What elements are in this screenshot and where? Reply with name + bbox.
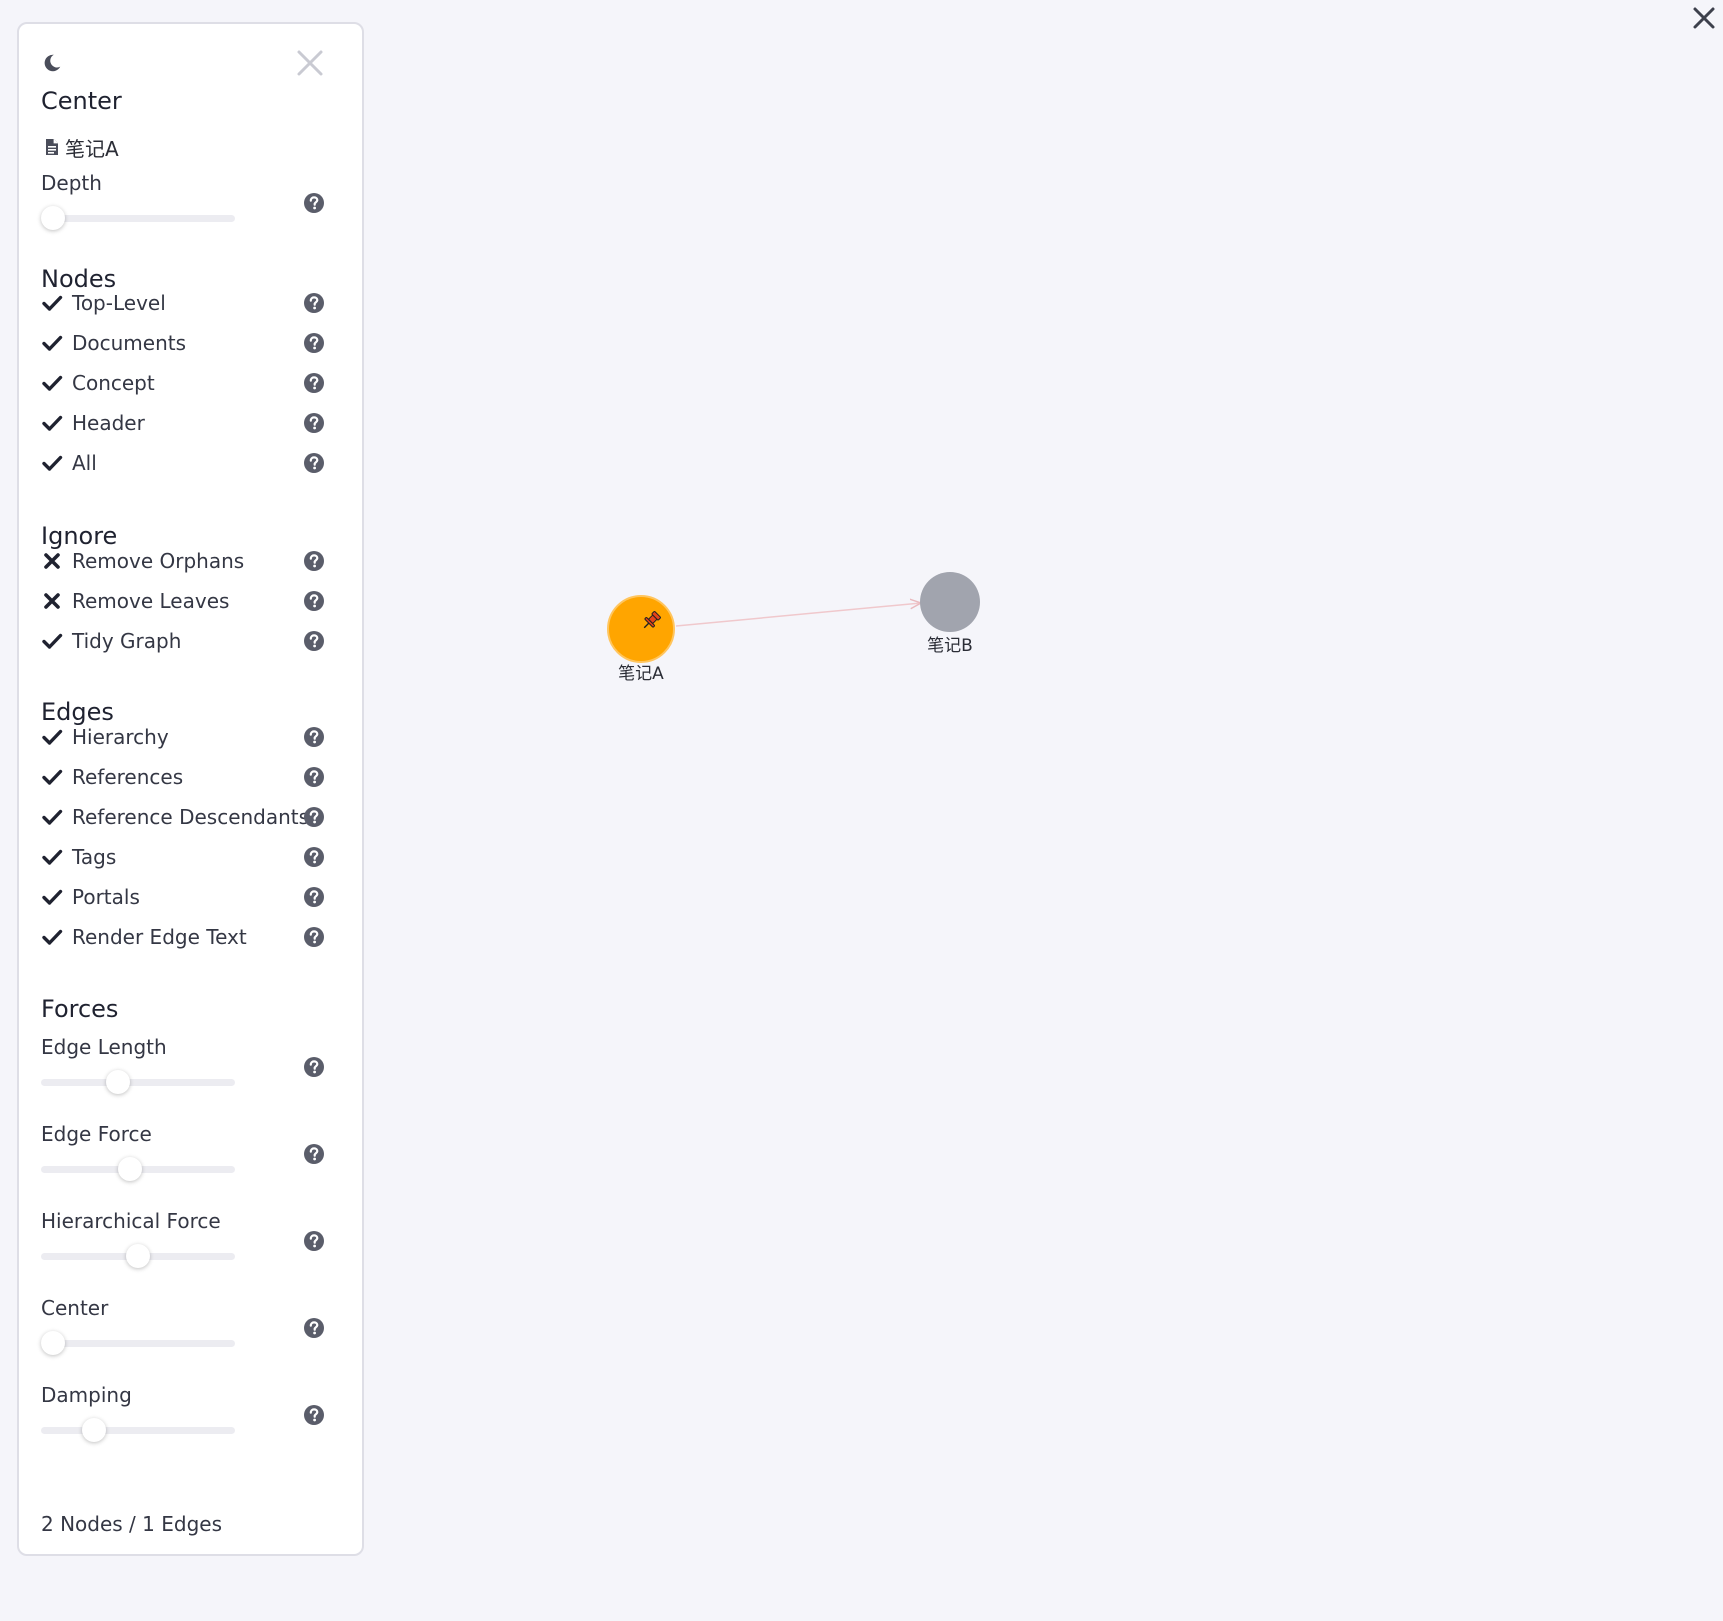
option-label: Reference Descendants — [72, 805, 310, 829]
option-label: Remove Orphans — [72, 549, 245, 573]
pin-icon — [643, 611, 661, 629]
check-icon — [42, 415, 63, 431]
question-circle-icon[interactable] — [303, 332, 325, 354]
times-icon — [44, 593, 60, 609]
option-label: Tags — [72, 845, 117, 869]
question-circle-icon[interactable] — [303, 372, 325, 394]
question-circle-icon[interactable] — [303, 806, 325, 828]
force-label: Center — [41, 1296, 109, 1320]
hierarchical-force-slider[interactable] — [41, 1244, 235, 1270]
force-label: Edge Length — [41, 1035, 167, 1059]
forces-heading: Forces — [41, 995, 119, 1023]
question-circle-icon[interactable] — [303, 630, 325, 652]
damping-slider[interactable] — [41, 1418, 235, 1444]
option-tags[interactable]: Tags — [41, 843, 331, 871]
depth-label: Depth — [41, 171, 102, 195]
option-label: Hierarchy — [72, 725, 169, 749]
graph-node-a[interactable] — [607, 595, 675, 663]
option-render-edge-text[interactable]: Render Edge Text — [41, 923, 331, 951]
force-label: Hierarchical Force — [41, 1209, 221, 1233]
option-concept[interactable]: Concept — [41, 369, 331, 397]
center-slider[interactable] — [41, 1331, 235, 1357]
question-circle-icon[interactable] — [303, 766, 325, 788]
option-all[interactable]: All — [41, 449, 331, 477]
close-icon[interactable] — [1690, 4, 1718, 32]
check-icon — [42, 929, 63, 945]
option-portals[interactable]: Portals — [41, 883, 331, 911]
option-label: Header — [72, 411, 145, 435]
check-icon — [42, 769, 63, 785]
center-document-label: 笔记A — [65, 136, 119, 161]
question-circle-icon[interactable] — [303, 192, 325, 214]
option-hierarchy[interactable]: Hierarchy — [41, 723, 331, 751]
question-circle-icon[interactable] — [303, 412, 325, 434]
option-label: Concept — [72, 371, 155, 395]
check-icon — [42, 295, 63, 311]
question-circle-icon[interactable] — [303, 1056, 325, 1078]
question-circle-icon[interactable] — [303, 550, 325, 572]
check-icon — [42, 889, 63, 905]
check-icon — [42, 335, 63, 351]
edge-length-slider[interactable] — [41, 1070, 235, 1096]
question-circle-icon[interactable] — [303, 452, 325, 474]
close-icon[interactable] — [295, 48, 325, 78]
question-circle-icon[interactable] — [303, 590, 325, 612]
graph-edge — [675, 603, 921, 627]
question-circle-icon[interactable] — [303, 1404, 325, 1426]
option-label: Top-Level — [72, 291, 166, 315]
option-reference-descendants[interactable]: Reference Descendants — [41, 803, 331, 831]
graph-node-b[interactable] — [920, 572, 980, 632]
question-circle-icon[interactable] — [303, 886, 325, 908]
center-heading: Center — [41, 87, 122, 115]
check-icon — [42, 729, 63, 745]
check-icon — [42, 633, 63, 649]
file-icon — [46, 139, 58, 155]
check-icon — [42, 375, 63, 391]
option-label: Tidy Graph — [72, 629, 182, 653]
question-circle-icon[interactable] — [303, 292, 325, 314]
graph-node-label: 笔记A — [618, 664, 664, 684]
moon-icon[interactable] — [41, 52, 63, 74]
check-icon — [42, 455, 63, 471]
option-label: Render Edge Text — [72, 925, 247, 949]
option-top-level[interactable]: Top-Level — [41, 289, 331, 317]
question-circle-icon[interactable] — [303, 926, 325, 948]
question-circle-icon[interactable] — [303, 846, 325, 868]
option-label: All — [72, 451, 97, 475]
option-label: Documents — [72, 331, 187, 355]
option-tidy-graph[interactable]: Tidy Graph — [41, 627, 331, 655]
force-label: Damping — [41, 1383, 132, 1407]
question-circle-icon[interactable] — [303, 1317, 325, 1339]
question-circle-icon[interactable] — [303, 726, 325, 748]
edge-force-slider[interactable] — [41, 1157, 235, 1183]
check-icon — [42, 849, 63, 865]
graph-settings-panel: Center 笔记A Depth Nodes Ignore Edges Forc… — [17, 22, 364, 1556]
option-label: Remove Leaves — [72, 589, 230, 613]
center-document[interactable]: 笔记A — [45, 134, 119, 161]
times-icon — [44, 553, 60, 569]
depth-slider[interactable] — [41, 206, 235, 232]
graph-stats: 2 Nodes / 1 Edges — [41, 1512, 222, 1536]
option-remove-leaves[interactable]: Remove Leaves — [41, 587, 331, 615]
question-circle-icon[interactable] — [303, 1230, 325, 1252]
check-icon — [42, 809, 63, 825]
force-label: Edge Force — [41, 1122, 152, 1146]
option-label: Portals — [72, 885, 140, 909]
graph-node-label: 笔记B — [927, 636, 973, 656]
option-label: References — [72, 765, 184, 789]
option-documents[interactable]: Documents — [41, 329, 331, 357]
question-circle-icon[interactable] — [303, 1143, 325, 1165]
option-references[interactable]: References — [41, 763, 331, 791]
option-remove-orphans[interactable]: Remove Orphans — [41, 547, 331, 575]
option-header[interactable]: Header — [41, 409, 331, 437]
